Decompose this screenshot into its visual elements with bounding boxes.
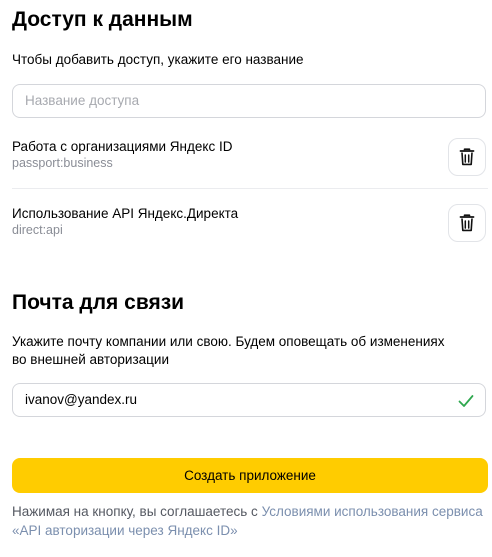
check-icon: [458, 395, 474, 407]
create-app-button-label: Создать приложение: [184, 468, 316, 483]
create-app-button[interactable]: Создать приложение: [12, 458, 488, 493]
trash-icon: [459, 214, 475, 232]
contact-email-value: ivanov@yandex.ru: [25, 392, 138, 407]
access-item-title: Использование API Яндекс.Директа: [12, 206, 239, 221]
access-divider: [12, 188, 488, 189]
contact-email-input[interactable]: ivanov@yandex.ru: [12, 383, 486, 417]
access-hint: Чтобы добавить доступ, укажите его назва…: [12, 52, 304, 67]
access-item-scope: passport:business: [12, 156, 113, 170]
contact-hint-line-2: во внешней авторизации: [12, 352, 169, 367]
access-name-input[interactable]: Название доступа: [12, 84, 486, 118]
access-item-scope: direct:api: [12, 223, 63, 237]
contact-section-title: Почта для связи: [12, 291, 185, 314]
access-item-direct-api: Использование API Яндекс.Директа direct:…: [12, 204, 488, 245]
access-item-passport-business: Работа с организациями Яндекс ID passpor…: [12, 138, 488, 178]
contact-hint-line-1: Укажите почту компании или свою. Будем о…: [12, 334, 445, 349]
trash-icon: [459, 148, 475, 166]
terms-prefix: Нажимая на кнопку, вы соглашаетесь с: [12, 504, 262, 519]
access-item-title: Работа с организациями Яндекс ID: [12, 139, 233, 154]
terms-notice: Нажимая на кнопку, вы соглашаетесь с Усл…: [12, 502, 488, 540]
access-section-title: Доступ к данным: [12, 8, 193, 31]
delete-access-button[interactable]: [448, 204, 486, 242]
access-name-placeholder: Название доступа: [25, 93, 140, 108]
delete-access-button[interactable]: [448, 138, 486, 176]
